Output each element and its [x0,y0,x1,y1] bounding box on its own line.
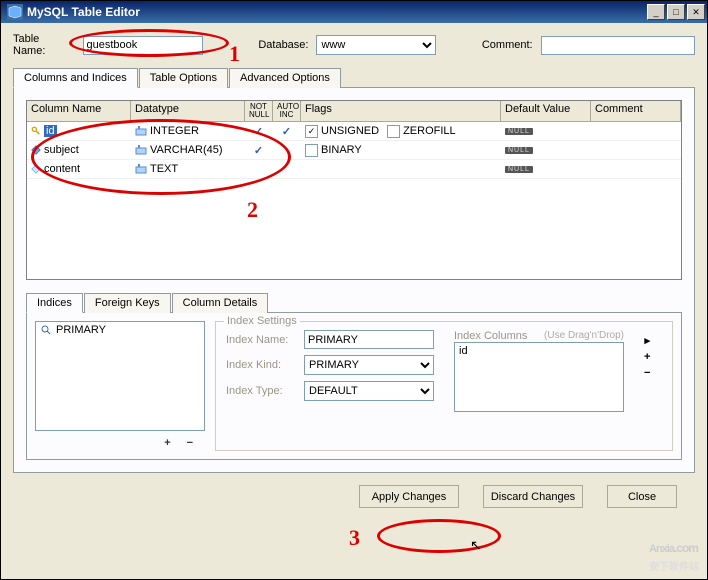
autoinc-check[interactable]: ✓ [282,125,291,138]
tab-table-options[interactable]: Table Options [139,68,228,88]
index-col-remove[interactable]: − [644,367,650,379]
col-name-cell[interactable]: content [44,163,80,175]
datatype-icon [135,144,147,156]
tab-column-details[interactable]: Column Details [172,293,269,313]
maximize-button[interactable]: □ [667,4,685,20]
discard-changes-button[interactable]: Discard Changes [483,485,583,508]
content-area: Table Name: Database: www Comment: Colum… [1,23,707,524]
datatype-icon [135,125,147,137]
app-icon [7,4,23,20]
index-name-label: Index Name: [226,334,296,346]
annotation-circle-3 [377,519,501,553]
index-settings-legend: Index Settings [224,315,300,327]
index-kind-label: Index Kind: [226,359,296,371]
watermark: Anxia.com 安下软件站 [649,535,699,573]
tab-advanced-options[interactable]: Advanced Options [229,68,341,88]
window-title: MySQL Table Editor [27,5,647,19]
index-columns-label: Index Columns [454,330,527,342]
columns-grid: Column Name Datatype NOT NULL AUTO INC F… [26,100,682,280]
close-button[interactable]: ✕ [687,4,705,20]
grid-header: Column Name Datatype NOT NULL AUTO INC F… [27,101,681,122]
datatype-cell[interactable]: TEXT [150,163,178,175]
main-tabpanel: Column Name Datatype NOT NULL AUTO INC F… [13,88,695,473]
tab-indices[interactable]: Indices [26,293,83,313]
diamond-icon [31,145,41,155]
window-buttons: _ □ ✕ [647,4,705,20]
minimize-button[interactable]: _ [647,4,665,20]
flag-unsigned[interactable]: UNSIGNED [305,125,379,138]
header-autoinc[interactable]: AUTO INC [273,101,301,121]
header-default[interactable]: Default Value [501,101,591,121]
col-name-cell[interactable]: id [44,125,57,137]
window-root: MySQL Table Editor _ □ ✕ Table Name: Dat… [0,0,708,580]
database-label: Database: [258,39,308,51]
col-name-cell[interactable]: subject [44,144,79,156]
notnull-check[interactable]: ✓ [254,125,263,138]
comment-input[interactable] [541,36,695,55]
index-columns-list[interactable]: id [454,342,624,412]
comment-label: Comment: [482,39,533,51]
index-list[interactable]: PRIMARY [35,321,205,431]
table-row[interactable]: id INTEGER ✓ ✓ UNSIGNED ZEROFILL NULL [27,122,681,141]
diamond-icon [31,164,41,174]
flag-zerofill[interactable]: ZEROFILL [387,125,456,138]
index-add-button[interactable]: + [164,437,176,449]
header-datatype[interactable]: Datatype [131,101,245,121]
table-name-label: Table Name: [13,33,75,57]
magnifier-icon [40,324,52,336]
index-remove-button[interactable]: − [187,437,199,449]
lower-tabs: Indices Foreign Keys Column Details [26,292,682,313]
table-row[interactable]: content TEXT NULL [27,160,681,179]
annotation-number-3: 3 [349,525,360,551]
index-kind-select[interactable]: PRIMARY [304,355,434,375]
index-settings-fieldset: Index Settings Index Name: Index Kind: P… [215,321,673,451]
datatype-cell[interactable]: INTEGER [150,125,199,137]
apply-changes-button[interactable]: Apply Changes [359,485,459,508]
tab-foreign-keys[interactable]: Foreign Keys [84,293,171,313]
datatype-cell[interactable]: VARCHAR(45) [150,144,223,156]
flag-binary[interactable]: BINARY [305,144,362,157]
mouse-cursor: ↖ [470,537,482,554]
titlebar: MySQL Table Editor _ □ ✕ [1,1,707,23]
index-col-up[interactable]: ▸ [644,334,650,347]
key-icon [31,126,41,136]
default-null-badge: NULL [505,128,533,135]
header-column-name[interactable]: Column Name [27,101,131,121]
tab-columns-indices[interactable]: Columns and Indices [13,68,138,88]
bottom-buttons: Apply Changes Discard Changes Close [13,473,695,514]
index-type-select[interactable]: DEFAULT [304,381,434,401]
table-name-input[interactable] [83,36,203,55]
index-col-item[interactable]: id [459,345,619,357]
default-null-badge: NULL [505,147,533,154]
lower-panel: PRIMARY + − Index Settings Index Name: I… [26,313,682,460]
index-name-input[interactable] [304,330,434,349]
index-col-add[interactable]: + [644,351,650,363]
header-comment[interactable]: Comment [591,101,681,121]
notnull-check[interactable]: ✓ [254,144,263,157]
index-item-primary[interactable]: PRIMARY [36,322,204,338]
default-null-badge: NULL [505,166,533,173]
close-dialog-button[interactable]: Close [607,485,677,508]
header-flags[interactable]: Flags [301,101,501,121]
top-row: Table Name: Database: www Comment: [13,33,695,57]
datatype-icon [135,163,147,175]
main-tabs: Columns and Indices Table Options Advanc… [13,67,695,88]
index-list-wrap: PRIMARY + − [35,321,205,451]
header-notnull[interactable]: NOT NULL [245,101,273,121]
index-columns-hint: (Use Drag'n'Drop) [544,330,624,342]
index-type-label: Index Type: [226,385,296,397]
table-row[interactable]: subject VARCHAR(45) ✓ BINARY NULL [27,141,681,160]
database-select[interactable]: www [316,35,436,55]
